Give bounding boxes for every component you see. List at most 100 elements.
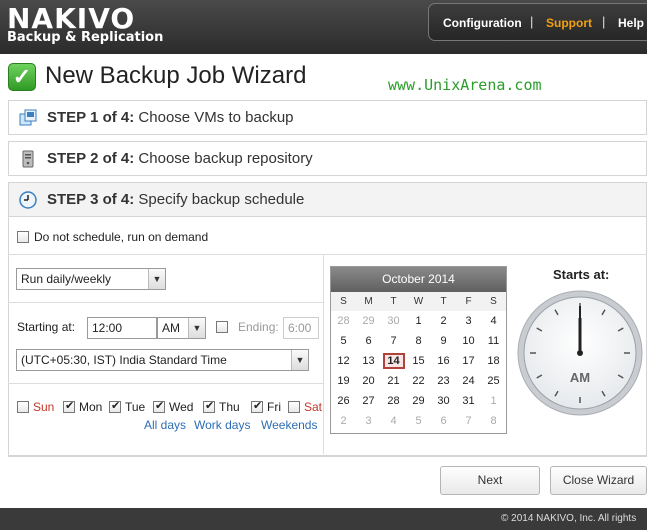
calendar-day[interactable]: 6 [431, 411, 456, 431]
day-label: Mon [79, 399, 103, 414]
calendar-day[interactable]: 16 [431, 351, 456, 371]
nav-help[interactable]: Help [618, 16, 644, 30]
calendar-day[interactable]: 7 [456, 411, 481, 431]
calendar-week: 28 29 30 1 2 3 4 [331, 311, 506, 331]
clock-icon [19, 191, 37, 209]
calendar-day[interactable]: 1 [481, 391, 506, 411]
day-sat-checkbox[interactable] [288, 400, 300, 413]
vm-icon [19, 109, 37, 126]
calendar-day[interactable]: 15 [406, 351, 431, 371]
calendar-day[interactable]: 21 [381, 371, 406, 391]
calendar-day[interactable]: 19 [331, 371, 356, 391]
start-ampm-select[interactable]: AM ▼ [157, 317, 206, 339]
calendar-day[interactable]: 4 [481, 311, 506, 331]
calendar-day[interactable]: 22 [406, 371, 431, 391]
calendar-day[interactable]: 18 [481, 351, 506, 371]
day-thu-checkbox[interactable] [203, 399, 215, 413]
day-tue-checkbox[interactable] [109, 399, 121, 413]
close-wizard-button[interactable]: Close Wizard [550, 466, 647, 495]
day-mon-option[interactable]: Mon [63, 398, 102, 414]
calendar-day[interactable]: 29 [406, 391, 431, 411]
day-label: Tue [125, 399, 146, 414]
work-days-link[interactable]: Work days [194, 418, 250, 432]
calendar-week: 5 6 7 8 9 10 11 [331, 331, 506, 351]
start-time-value: 12:00 [92, 321, 123, 335]
chevron-down-icon: ▼ [291, 350, 308, 370]
calendar-day[interactable]: 28 [331, 311, 356, 331]
calendar-day[interactable]: 1 [406, 311, 431, 331]
weekends-link[interactable]: Weekends [261, 418, 317, 432]
day-label: Sat [304, 399, 323, 414]
calendar-day[interactable]: 2 [331, 411, 356, 431]
calendar-day[interactable]: 26 [331, 391, 356, 411]
day-fri-option[interactable]: Fri [251, 398, 281, 414]
day-wed-option[interactable]: Wed [153, 398, 193, 414]
calendar-day[interactable]: 17 [456, 351, 481, 371]
day-label: Fri [267, 399, 281, 414]
calendar-day[interactable]: 27 [356, 391, 381, 411]
day-sat-option[interactable]: Sat [288, 398, 322, 414]
calendar-day[interactable]: 30 [381, 311, 406, 331]
timezone-select[interactable]: (UTC+05:30, IST) India Standard Time ▼ [16, 349, 309, 371]
calendar-day[interactable]: 4 [381, 411, 406, 431]
calendar-day[interactable]: 7 [381, 331, 406, 351]
step-2-header[interactable]: STEP 2 of 4: Choose backup repository [8, 141, 647, 176]
calendar-day[interactable]: 30 [431, 391, 456, 411]
calendar-day[interactable]: 20 [356, 371, 381, 391]
calendar-weekday: S [331, 292, 356, 311]
end-time-input[interactable]: 6:00 [283, 317, 319, 339]
next-button[interactable]: Next [440, 466, 540, 495]
calendar-day[interactable]: 11 [481, 331, 506, 351]
calendar-day[interactable]: 24 [456, 371, 481, 391]
calendar-day[interactable]: 9 [431, 331, 456, 351]
calendar-day[interactable]: 29 [356, 311, 381, 331]
day-sun-checkbox[interactable] [17, 400, 29, 413]
calendar-week: 19 20 21 22 23 24 25 [331, 371, 506, 391]
watermark-text: www.UnixArena.com [388, 76, 542, 94]
calendar-day[interactable]: 8 [481, 411, 506, 431]
top-nav: Configuration | Support | Help [428, 3, 647, 41]
wizard-title: New Backup Job Wizard [45, 62, 307, 89]
step-1-header[interactable]: STEP 1 of 4: Choose VMs to backup [8, 100, 647, 135]
divider [323, 254, 324, 454]
calendar-grid: S M T W T F S 28 29 30 1 2 3 4 5 6 7 8 9 10 11 12 13 14 15 16 17 18… [331, 292, 506, 431]
calendar-day[interactable]: 8 [406, 331, 431, 351]
calendar-day[interactable]: 12 [331, 351, 356, 371]
day-tue-option[interactable]: Tue [109, 398, 145, 414]
calendar-day[interactable]: 28 [381, 391, 406, 411]
day-sun-option[interactable]: Sun [17, 398, 54, 414]
day-label: Wed [169, 399, 194, 414]
copyright-text: © 2014 NAKIVO, Inc. All rights [501, 513, 637, 524]
day-label: Thu [219, 399, 240, 414]
day-thu-option[interactable]: Thu [203, 398, 240, 414]
calendar-day[interactable]: 25 [481, 371, 506, 391]
calendar-day[interactable]: 31 [456, 391, 481, 411]
calendar-day[interactable]: 2 [431, 311, 456, 331]
starting-at-label: Starting at: [17, 320, 76, 334]
calendar-day[interactable]: 23 [431, 371, 456, 391]
nav-separator: | [602, 14, 606, 29]
day-wed-checkbox[interactable] [153, 399, 165, 413]
step-3-header[interactable]: STEP 3 of 4: Specify backup schedule [8, 182, 647, 217]
timezone-value: (UTC+05:30, IST) India Standard Time [21, 353, 227, 367]
nav-configuration[interactable]: Configuration [443, 16, 522, 30]
ending-checkbox[interactable] [216, 321, 228, 333]
calendar-day[interactable]: 5 [406, 411, 431, 431]
calendar-weekday: T [431, 292, 456, 311]
no-schedule-checkbox[interactable] [17, 231, 29, 243]
frequency-select[interactable]: Run daily/weekly ▼ [16, 268, 166, 290]
start-time-input[interactable]: 12:00 [87, 317, 157, 339]
calendar-day[interactable]: 10 [456, 331, 481, 351]
all-days-link[interactable]: All days [144, 418, 186, 432]
app-header: NAKIVO Backup & Replication Configuratio… [0, 0, 647, 54]
calendar-day[interactable]: 6 [356, 331, 381, 351]
calendar-day-selected[interactable]: 14 [381, 351, 406, 371]
day-mon-checkbox[interactable] [63, 399, 75, 413]
day-fri-checkbox[interactable] [251, 399, 263, 413]
calendar-day[interactable]: 3 [456, 311, 481, 331]
check-icon: ✓ [8, 63, 36, 91]
calendar-day[interactable]: 13 [356, 351, 381, 371]
calendar-day[interactable]: 5 [331, 331, 356, 351]
nav-support[interactable]: Support [546, 16, 592, 30]
calendar-day[interactable]: 3 [356, 411, 381, 431]
